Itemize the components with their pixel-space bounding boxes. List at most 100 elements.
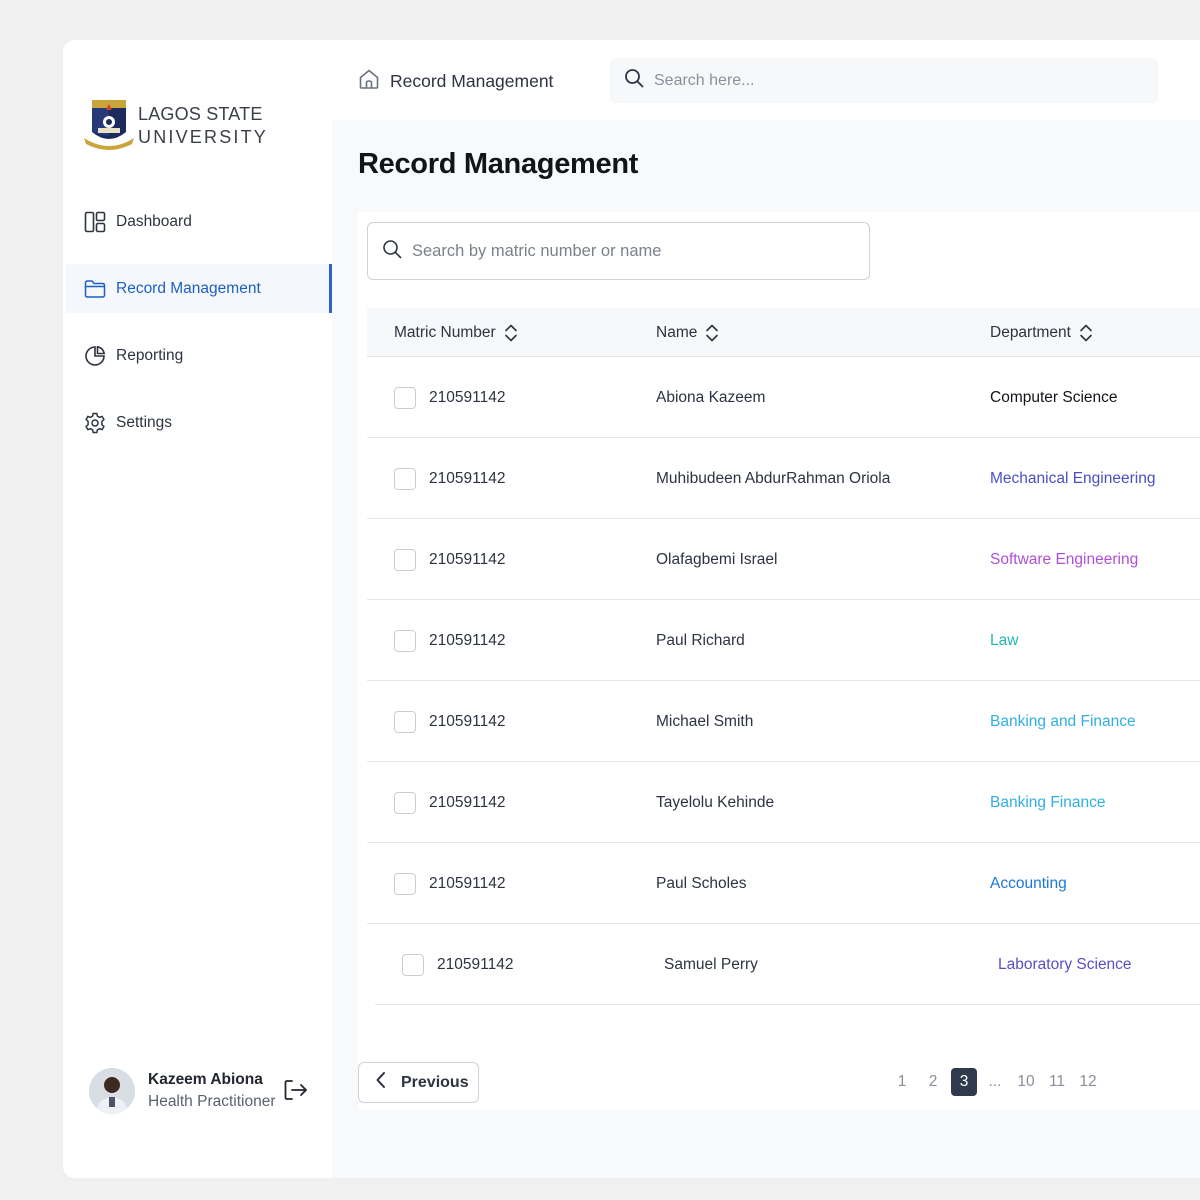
sidebar-item-label: Record Management: [116, 279, 261, 297]
table-search: [367, 222, 870, 280]
column-header-name[interactable]: Name: [656, 308, 719, 357]
cell-matric-number: 210591142: [429, 388, 506, 406]
cell-name: Samuel Perry: [664, 955, 758, 973]
cell-name: Paul Scholes: [656, 874, 747, 892]
folder-icon: [84, 278, 106, 300]
sort-icon[interactable]: [705, 323, 719, 343]
page-number-button[interactable]: 2: [920, 1068, 946, 1096]
breadcrumb: Record Management: [358, 68, 553, 95]
sidebar-nav: Dashboard Record Management Reporting Se…: [66, 197, 332, 465]
previous-page-button[interactable]: Previous: [358, 1062, 479, 1103]
table-row[interactable]: 210591142 Olafagbemi Israel Software Engin…: [367, 519, 1200, 600]
user-role: Health Practitioner: [148, 1093, 276, 1110]
cell-matric-number: 210591142: [429, 874, 506, 892]
cell-department: Accounting: [990, 874, 1067, 892]
chevron-left-icon: [375, 1071, 387, 1094]
page-numbers: 1 2 3... 10 11 12: [889, 1068, 1106, 1096]
home-icon[interactable]: [358, 68, 380, 95]
cell-matric-number: 210591142: [437, 955, 514, 973]
table-row[interactable]: 210591142 Paul Scholes Accounting: [367, 843, 1200, 924]
brand-line-1: LAGOS STATE: [138, 104, 263, 124]
cell-department: Banking and Finance: [990, 712, 1136, 730]
cell-matric-number: 210591142: [429, 550, 506, 568]
brand-line-2: UNIVERSITY: [138, 127, 269, 147]
main-content: Record Management Record Management: [332, 40, 1200, 1178]
search-icon: [382, 239, 402, 264]
sidebar-item-record-management[interactable]: Record Management: [66, 264, 332, 313]
pie-chart-icon: [84, 345, 106, 367]
page-title: Record Management: [358, 148, 639, 180]
cell-name: Muhibudeen AbdurRahman Oriola: [656, 469, 891, 487]
cell-name: Tayelolu Kehinde: [656, 793, 775, 811]
table-row[interactable]: 210591142 Abiona Kazeem Computer Science: [367, 357, 1200, 438]
cell-department: Mechanical Engineering: [990, 469, 1156, 487]
page-number-button[interactable]: 10: [1013, 1068, 1039, 1096]
logout-icon[interactable]: [283, 1078, 309, 1102]
dashboard-icon: [84, 211, 106, 233]
row-checkbox[interactable]: [394, 630, 416, 652]
row-checkbox[interactable]: [394, 549, 416, 571]
sidebar-item-reporting[interactable]: Reporting: [66, 331, 332, 380]
cell-department: Software Engineering: [990, 550, 1139, 568]
row-checkbox[interactable]: [394, 873, 416, 895]
page-number-button[interactable]: 11: [1044, 1068, 1070, 1096]
cell-matric-number: 210591142: [429, 793, 506, 811]
cell-department: Laboratory Science: [998, 955, 1132, 973]
row-checkbox[interactable]: [402, 954, 424, 976]
sort-icon[interactable]: [1079, 323, 1093, 343]
table-row[interactable]: 210591142 Michael Smith Banking and Financ…: [367, 681, 1200, 762]
table-row[interactable]: 210591142 Paul Richard Law: [367, 600, 1200, 681]
cell-department: Banking Finance: [990, 793, 1106, 811]
pagination-ellipsis: ...: [988, 1073, 1002, 1090]
sidebar-item-label: Settings: [116, 413, 173, 431]
breadcrumb-current[interactable]: Record Management: [390, 71, 553, 92]
sidebar: LAGOS STATE UNIVERSITY Dashboard Record …: [63, 40, 332, 1178]
cell-matric-number: 210591142: [429, 631, 506, 649]
user-name: Kazeem Abiona: [148, 1071, 263, 1088]
cell-name: Michael Smith: [656, 712, 754, 730]
column-header-matric-number[interactable]: Matric Number: [394, 308, 518, 357]
table-body: 210591142 Abiona Kazeem Computer Science 21…: [367, 357, 1200, 1005]
cell-matric-number: 210591142: [429, 712, 506, 730]
column-header-label: Name: [656, 323, 698, 341]
previous-page-label: Previous: [401, 1073, 469, 1091]
page-number-button[interactable]: 1: [889, 1068, 915, 1096]
global-search-input[interactable]: [654, 71, 1114, 90]
sidebar-item-dashboard[interactable]: Dashboard: [66, 197, 332, 246]
user-profile: Kazeem Abiona Health Practitioner: [89, 1068, 319, 1114]
university-crest-icon: [84, 98, 134, 154]
column-header-department[interactable]: Department: [990, 308, 1093, 357]
cell-department: Computer Science: [990, 388, 1118, 406]
app-window: LAGOS STATE UNIVERSITY Dashboard Record …: [63, 40, 1200, 1178]
cell-matric-number: 210591142: [429, 469, 506, 487]
column-header-label: Matric Number: [394, 323, 496, 341]
cell-department: Law: [990, 631, 1019, 649]
row-checkbox[interactable]: [394, 711, 416, 733]
pagination: Previous 1 2 3... 10 11 12: [358, 1062, 1200, 1110]
gear-icon: [84, 412, 106, 434]
global-search: [610, 58, 1158, 103]
avatar[interactable]: [89, 1068, 135, 1114]
cell-name: Abiona Kazeem: [656, 388, 766, 406]
search-icon: [624, 68, 644, 93]
row-checkbox[interactable]: [394, 387, 416, 409]
table-row[interactable]: 210591142 Muhibudeen AbdurRahman Oriola Me…: [367, 438, 1200, 519]
cell-name: Olafagbemi Israel: [656, 550, 778, 568]
table-header: Matric Number Name Department: [367, 308, 1200, 357]
sidebar-item-label: Dashboard: [116, 212, 192, 230]
top-bar: Record Management: [332, 40, 1200, 120]
row-checkbox[interactable]: [394, 468, 416, 490]
sort-icon[interactable]: [504, 323, 518, 343]
university-logo[interactable]: LAGOS STATE UNIVERSITY: [84, 98, 268, 154]
page-number-button[interactable]: 3: [951, 1068, 977, 1096]
table-row[interactable]: 210591142 Samuel Perry Laboratory Science: [375, 924, 1200, 1005]
table-search-input[interactable]: [412, 241, 852, 261]
table-row[interactable]: 210591142 Tayelolu Kehinde Banking Finance: [367, 762, 1200, 843]
row-checkbox[interactable]: [394, 792, 416, 814]
page-number-button[interactable]: 12: [1075, 1068, 1101, 1096]
records-table-card: Matric Number Name Department: [358, 212, 1200, 1110]
sidebar-item-settings[interactable]: Settings: [66, 398, 332, 447]
sidebar-item-label: Reporting: [116, 346, 184, 364]
column-header-label: Department: [990, 323, 1071, 341]
cell-name: Paul Richard: [656, 631, 745, 649]
